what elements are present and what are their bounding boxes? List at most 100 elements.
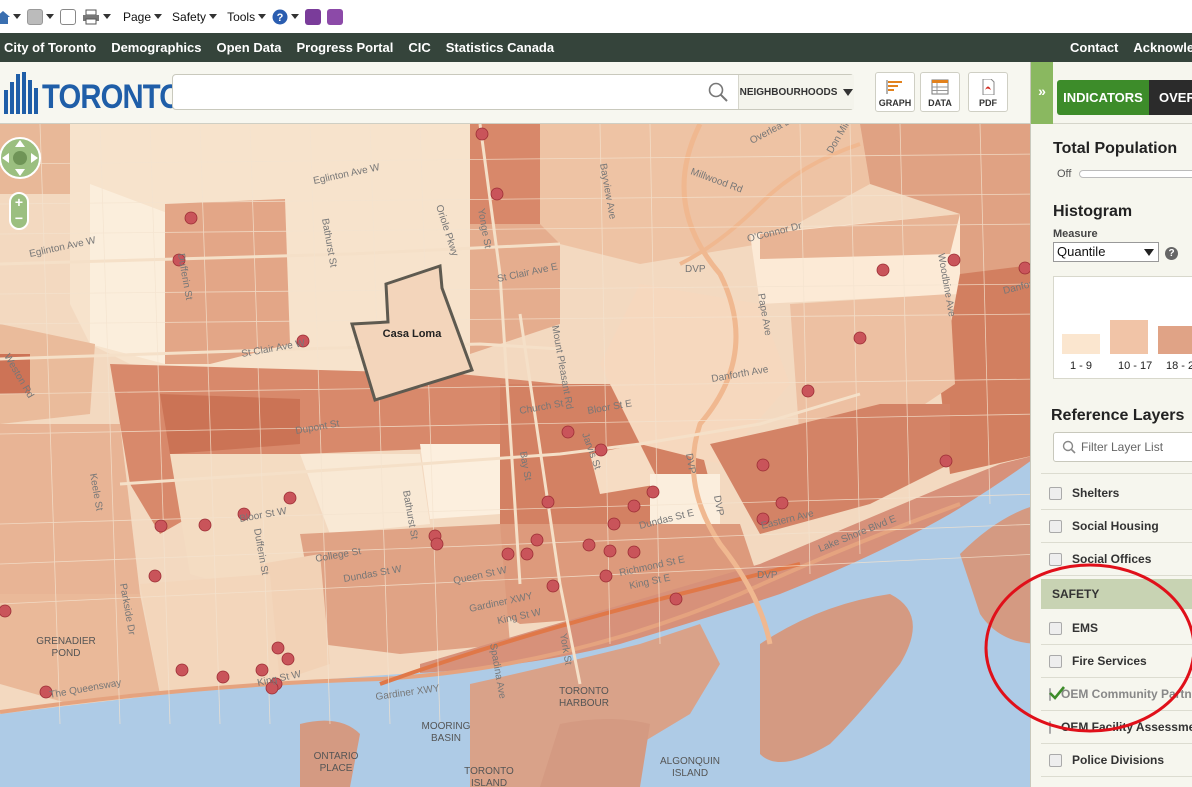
neighbourhoods-dropdown-label: NEIGHBOURHOODS xyxy=(739,86,838,98)
place-label: ONTARIO PLACE xyxy=(314,751,359,774)
map-marker[interactable] xyxy=(530,533,544,547)
page-menu[interactable]: Page xyxy=(123,7,163,27)
search-box: NEIGHBOURHOODS xyxy=(172,74,854,110)
chevron-down-icon xyxy=(291,14,300,19)
chevron-down-icon xyxy=(103,14,111,19)
mail-icon xyxy=(60,8,76,25)
collapse-panel-button[interactable]: » xyxy=(1031,62,1053,124)
pan-control[interactable] xyxy=(0,136,42,182)
city-hall-logo-icon xyxy=(2,72,38,114)
chevron-down-icon xyxy=(46,14,54,19)
map-marker[interactable] xyxy=(627,545,641,559)
map-marker[interactable] xyxy=(561,425,575,439)
nav-link-0[interactable]: City of Toronto xyxy=(4,40,96,55)
rss-icon xyxy=(27,8,43,25)
feeds-button[interactable] xyxy=(27,7,54,27)
collapse-icon: » xyxy=(1038,83,1046,99)
graph-button[interactable]: GRAPH xyxy=(875,72,915,112)
map-marker[interactable] xyxy=(775,496,789,510)
map-marker[interactable] xyxy=(756,458,770,472)
map-marker[interactable] xyxy=(546,579,560,593)
map-marker[interactable] xyxy=(175,663,189,677)
site-nav-right: Contact Acknowled xyxy=(1070,40,1192,55)
map-marker[interactable] xyxy=(582,538,596,552)
map-marker[interactable] xyxy=(607,517,621,531)
tab-indicators[interactable]: INDICATORS xyxy=(1057,80,1149,115)
map-marker[interactable] xyxy=(283,491,297,505)
zoom-out-button[interactable]: − xyxy=(11,211,27,228)
map-marker[interactable] xyxy=(939,454,953,468)
zoom-in-button[interactable]: + xyxy=(11,194,27,211)
map-marker[interactable] xyxy=(430,537,444,551)
map-marker[interactable] xyxy=(876,263,890,277)
checkbox-icon[interactable] xyxy=(1049,486,1062,500)
measure-select[interactable]: Quantile xyxy=(1053,242,1159,262)
tab-overview[interactable]: OVERV xyxy=(1149,80,1192,115)
checkbox-icon[interactable] xyxy=(1049,753,1062,767)
safety-menu-label: Safety xyxy=(172,9,207,24)
layer-item[interactable]: Shelters xyxy=(1041,477,1192,510)
onenote-button[interactable] xyxy=(305,7,322,27)
map-marker[interactable] xyxy=(801,384,815,398)
tools-menu[interactable]: Tools xyxy=(227,7,267,27)
map-marker[interactable] xyxy=(184,211,198,225)
onenote-linked-button[interactable] xyxy=(327,7,344,27)
search-icon[interactable] xyxy=(708,82,728,102)
map-marker[interactable] xyxy=(501,547,515,561)
mail-button[interactable] xyxy=(60,7,76,27)
map-marker[interactable] xyxy=(541,495,555,509)
chevron-down-icon xyxy=(843,88,854,96)
help-icon[interactable]: ? xyxy=(1165,247,1178,260)
map-marker[interactable] xyxy=(646,485,660,499)
graph-icon xyxy=(886,80,902,94)
histogram-bar xyxy=(1158,326,1192,354)
map-marker[interactable] xyxy=(853,331,867,345)
panel-tabs: INDICATORS OVERV xyxy=(1053,62,1192,124)
nav-link-5[interactable]: Statistics Canada xyxy=(446,40,554,55)
filter-layer-list[interactable]: Filter Layer List xyxy=(1053,432,1192,462)
pdf-button[interactable]: PDF xyxy=(968,72,1008,112)
nav-link-4[interactable]: CIC xyxy=(408,40,430,55)
nav-link-3[interactable]: Progress Portal xyxy=(297,40,394,55)
nav-right-link-0[interactable]: Contact xyxy=(1070,40,1118,55)
map-canvas[interactable]: Casa Loma Eglinton Ave WEglinton Ave WDu… xyxy=(0,124,1040,787)
map-marker[interactable] xyxy=(216,670,230,684)
map-marker[interactable] xyxy=(947,253,961,267)
map-marker[interactable] xyxy=(154,519,168,533)
map-view[interactable]: Casa Loma Eglinton Ave W Eglinton Ave W Du… xyxy=(0,124,1040,787)
map-marker[interactable] xyxy=(0,604,12,618)
layer-item[interactable]: Social Housing xyxy=(1041,510,1192,543)
histogram-bin-label: 1 - 9 xyxy=(1070,360,1093,372)
nav-link-1[interactable]: Demographics xyxy=(111,40,201,55)
map-marker[interactable] xyxy=(669,592,683,606)
map-marker[interactable] xyxy=(281,652,295,666)
map-marker[interactable] xyxy=(599,569,613,583)
map-marker[interactable] xyxy=(271,641,285,655)
map-marker[interactable] xyxy=(148,569,162,583)
neighbourhoods-dropdown[interactable]: NEIGHBOURHOODS xyxy=(738,75,854,109)
site-nav: City of Toronto Demographics Open Data Prog… xyxy=(0,33,1192,62)
home-button[interactable] xyxy=(0,7,21,27)
chevron-down-icon xyxy=(13,14,21,19)
search-input[interactable] xyxy=(179,80,699,104)
nav-link-2[interactable]: Open Data xyxy=(217,40,282,55)
checkbox-icon[interactable] xyxy=(1049,519,1062,533)
histogram-bar xyxy=(1110,320,1148,354)
help-button[interactable]: ? xyxy=(272,7,300,27)
filter-placeholder: Filter Layer List xyxy=(1081,440,1164,454)
svg-text:?: ? xyxy=(277,12,284,24)
opacity-slider[interactable] xyxy=(1079,170,1192,178)
map-marker[interactable] xyxy=(603,544,617,558)
search-icon xyxy=(1062,440,1076,454)
map-marker[interactable] xyxy=(198,518,212,532)
map-marker[interactable] xyxy=(255,663,269,677)
map-marker[interactable] xyxy=(520,547,534,561)
safety-menu[interactable]: Safety xyxy=(172,7,218,27)
data-button[interactable]: DATA xyxy=(920,72,960,112)
nav-right-link-1[interactable]: Acknowled xyxy=(1133,40,1192,55)
map-marker[interactable] xyxy=(475,127,489,141)
map-marker[interactable] xyxy=(490,187,504,201)
print-button[interactable] xyxy=(82,7,111,27)
layer-item[interactable]: Police Divisions xyxy=(1041,744,1192,777)
map-marker[interactable] xyxy=(627,499,641,513)
